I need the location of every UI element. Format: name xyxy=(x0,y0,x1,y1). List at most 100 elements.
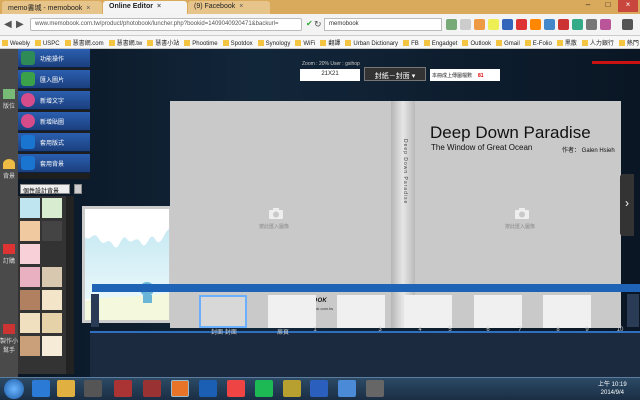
background-thumbnail[interactable] xyxy=(20,198,40,218)
background-thumbnail[interactable] xyxy=(42,336,62,356)
bookmark-item[interactable]: FB xyxy=(401,38,422,47)
camera-icon[interactable] xyxy=(268,207,284,219)
taskbar-clock[interactable]: 上午 10:19 2014/9/4 xyxy=(598,381,627,397)
bookmark-item[interactable]: Phootime xyxy=(182,38,220,47)
gmail-icon[interactable] xyxy=(516,19,527,30)
close-icon[interactable]: × xyxy=(86,5,90,12)
spotify-icon[interactable] xyxy=(255,380,273,397)
close-icon[interactable]: × xyxy=(157,3,161,10)
bookmark-item[interactable]: 慧書網.com xyxy=(63,36,107,47)
menu-icon[interactable] xyxy=(622,19,633,30)
page-thumb[interactable] xyxy=(404,295,452,328)
back-icon[interactable]: ◀ xyxy=(4,19,12,30)
menu-add-sticker[interactable]: 新增貼圖 xyxy=(18,112,90,131)
bookmark-item[interactable]: 人力銀行 xyxy=(580,36,617,47)
photo-placeholder-front[interactable]: 按此匯入圖像 xyxy=(505,223,535,230)
page-thumb[interactable] xyxy=(543,295,591,328)
reload-icon[interactable]: ↻ xyxy=(314,19,322,30)
spine-title[interactable]: Deep Down Paradise xyxy=(398,139,408,259)
shield-icon[interactable]: ✔ xyxy=(306,19,313,28)
background-thumbnail[interactable] xyxy=(20,336,40,356)
page-thumb[interactable] xyxy=(337,295,385,328)
bookmark-item[interactable]: Urban Dictionary xyxy=(343,38,401,47)
page-thumb[interactable] xyxy=(268,295,316,328)
bookmark-item[interactable]: Gmail xyxy=(494,38,523,47)
bookmark-item[interactable]: 翻譯 xyxy=(318,36,343,47)
book-title[interactable]: Deep Down Paradise xyxy=(430,123,591,143)
app-icon[interactable] xyxy=(366,380,384,397)
window-close-button[interactable]: × xyxy=(618,0,638,12)
search-input[interactable]: memobook xyxy=(324,18,442,31)
download-icon[interactable] xyxy=(446,19,457,30)
background-thumbnail[interactable] xyxy=(42,244,62,264)
menu-apply-layout[interactable]: 套用版式 xyxy=(18,133,90,152)
tab-facebook[interactable]: (9) Facebook × xyxy=(188,1,270,14)
sidenav-helper[interactable]: 製作小幫手 xyxy=(0,324,18,354)
bookmark-item[interactable]: Outlook xyxy=(460,38,494,47)
pocket-icon[interactable] xyxy=(544,19,555,30)
star-icon[interactable] xyxy=(488,19,499,30)
word-icon[interactable] xyxy=(310,380,328,397)
background-thumbnail[interactable] xyxy=(20,221,40,241)
page-thumb-cover[interactable] xyxy=(199,295,247,328)
menu-tools[interactable]: 功能操作 xyxy=(18,49,90,68)
close-icon[interactable]: × xyxy=(239,3,243,10)
strip-left-arrow-icon[interactable] xyxy=(91,294,99,327)
bookmark-item[interactable]: Synology xyxy=(256,38,294,47)
page-thumb[interactable] xyxy=(474,295,522,328)
ie-icon[interactable] xyxy=(32,380,50,397)
background-thumbnail[interactable] xyxy=(20,290,40,310)
background-thumbnail[interactable] xyxy=(42,267,62,287)
bookmark-item[interactable]: Spotdox xyxy=(221,38,256,47)
url-input[interactable]: www.memobook.com.tw/product/photobook/lu… xyxy=(30,18,302,31)
camera-icon[interactable] xyxy=(514,207,530,219)
next-page-arrow-icon[interactable]: › xyxy=(620,174,634,236)
tab-memobook[interactable]: memo書城 - memobook × xyxy=(2,1,102,14)
menu-add-text[interactable]: 新增文字 xyxy=(18,91,90,110)
bookmark-item[interactable]: E-Folio xyxy=(523,38,555,47)
bookmark-item[interactable]: 慧書小站 xyxy=(145,36,182,47)
app-icon[interactable] xyxy=(143,380,161,397)
app-icon[interactable] xyxy=(114,380,132,397)
background-thumbnail[interactable] xyxy=(42,313,62,333)
extension-icon[interactable] xyxy=(572,19,583,30)
bookmark-item[interactable]: 熱門 xyxy=(617,36,640,47)
media-icon[interactable] xyxy=(84,380,102,397)
tab-online-editor[interactable]: Online Editor × xyxy=(103,1,187,14)
book-author[interactable]: 作者： Galen Hsieh xyxy=(562,145,615,154)
note-icon[interactable] xyxy=(600,19,611,30)
screenshot-icon[interactable] xyxy=(586,19,597,30)
book-subtitle[interactable]: The Window of Great Ocean xyxy=(431,143,532,152)
app-icon[interactable] xyxy=(199,380,217,397)
bookmark-item[interactable]: WiFi xyxy=(293,38,318,47)
thumbnail-scrollbar[interactable] xyxy=(66,196,74,374)
firefox-sync-icon[interactable] xyxy=(530,19,541,30)
page-selector[interactable]: 封紙－封面 ▾ xyxy=(364,67,426,81)
app-icon[interactable] xyxy=(283,380,301,397)
photo-placeholder-back[interactable]: 按此匯入圖像 xyxy=(259,223,289,230)
background-thumbnail[interactable] xyxy=(42,198,62,218)
addon-icon[interactable] xyxy=(474,19,485,30)
background-thumbnail[interactable] xyxy=(20,267,40,287)
chrome-icon[interactable] xyxy=(227,380,245,397)
sidenav-order[interactable]: 訂購 xyxy=(0,244,18,265)
bookmark-item[interactable]: 慧書網.tw xyxy=(107,36,146,47)
minimize-button[interactable]: – xyxy=(578,0,598,12)
menu-apply-background[interactable]: 套用背景 xyxy=(18,154,90,173)
background-thumbnail[interactable] xyxy=(42,221,62,241)
explorer-icon[interactable] xyxy=(57,380,75,397)
forward-icon[interactable]: ▶ xyxy=(16,19,24,30)
maximize-button[interactable]: □ xyxy=(598,0,618,12)
page-strip-scrollbar[interactable] xyxy=(92,284,640,292)
bookmark-item[interactable]: 黑散 xyxy=(555,36,580,47)
sidenav-background[interactable]: 背景 xyxy=(0,159,18,180)
strip-right-arrow-icon[interactable] xyxy=(627,294,639,327)
firefox-icon[interactable] xyxy=(171,380,189,397)
background-category-select[interactable]: 個性設計背景 xyxy=(20,184,70,195)
bookmark-item[interactable]: Engadget xyxy=(422,38,461,47)
bookmark-item[interactable]: USPC xyxy=(33,38,63,47)
background-thumbnail[interactable] xyxy=(20,244,40,264)
start-button[interactable] xyxy=(4,379,24,399)
chevron-down-icon[interactable] xyxy=(74,184,82,194)
bookmark-item[interactable]: Weebly xyxy=(0,38,33,47)
